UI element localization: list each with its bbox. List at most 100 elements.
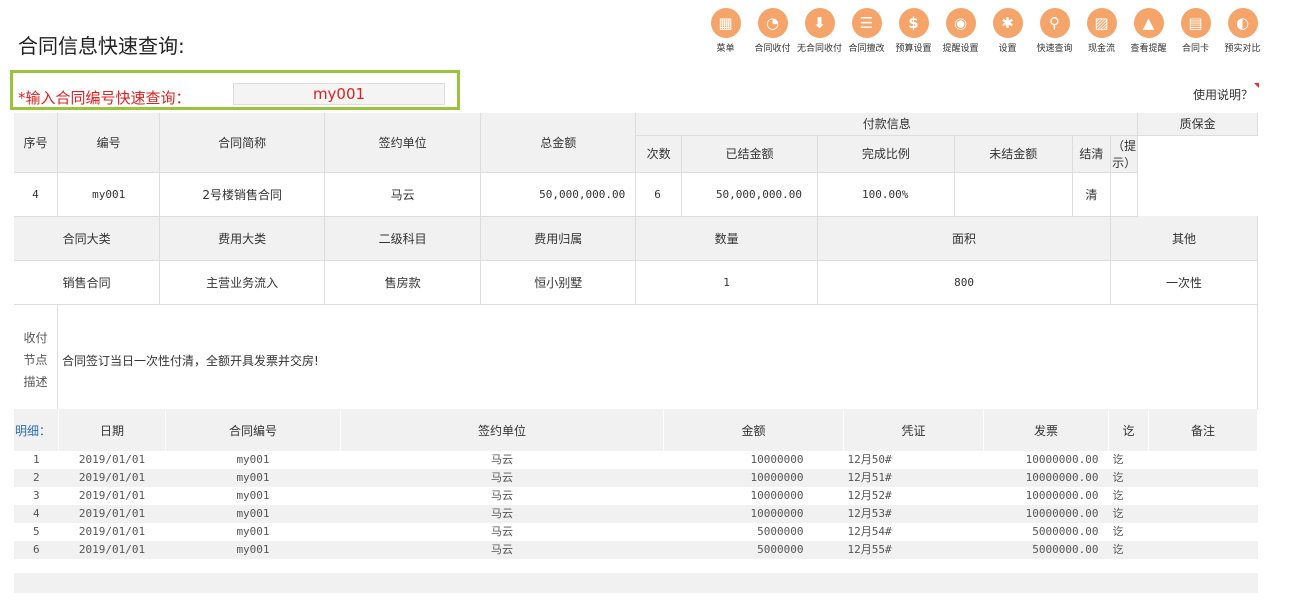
header-belong: 费用归属: [480, 216, 637, 261]
cell-fee: 主营业务流入: [159, 260, 325, 305]
footer-bar: [14, 573, 1258, 593]
toolbar-label: 预算设置: [895, 44, 932, 54]
detail-cell-code: my001: [236, 489, 270, 502]
header-qty: 数量: [635, 216, 818, 261]
toolbar-item[interactable]: ▤ 合同卡: [1172, 8, 1219, 54]
detail-header-invoice: 发票: [983, 409, 1109, 451]
detail-cell-note: [1148, 469, 1258, 487]
detail-cell-invoice: 10000000.00: [1025, 489, 1099, 502]
detail-cell-done: 讫: [1112, 489, 1124, 502]
cell-code: my001: [57, 172, 161, 217]
header-code: 编号: [57, 113, 161, 173]
detail-header-party: 签约单位: [340, 409, 664, 451]
detail-cell-invoice: 5000000.00: [1032, 525, 1099, 538]
toolbar-label: 合同擅改: [848, 44, 885, 54]
detail-cell-date: 2019/01/01: [78, 489, 146, 502]
detail-cell-note: [1148, 541, 1258, 559]
detail-cell-done: 讫: [1112, 525, 1124, 538]
sound-icon: ◉: [945, 8, 976, 38]
toolbar-item[interactable]: ▦ 菜单: [702, 8, 749, 54]
toolbar-item[interactable]: ✱ 设置: [984, 8, 1031, 54]
help-link[interactable]: 使用说明？: [1193, 83, 1260, 103]
toolbar-label: 查看提醒: [1130, 44, 1167, 54]
detail-cell-amount: 10000000: [750, 489, 804, 502]
detail-cell-code: my001: [165, 541, 341, 559]
detail-header-voucher: 凭证: [843, 409, 984, 451]
detail-table: 明细： 日期 合同编号 签约单位 金额 凭证 发票 讫 备注 1 2019/01/…: [14, 409, 1258, 559]
cell-qty: 1: [635, 260, 818, 305]
toolbar-item[interactable]: ▨ 现金流: [1078, 8, 1125, 54]
toolbar-label: 菜单: [716, 44, 735, 54]
cell-settled: 清: [1072, 172, 1112, 217]
menu-grid-icon: ▦: [710, 8, 741, 38]
header-sub: 二级科目: [324, 216, 482, 261]
detail-cell-note: [1149, 487, 1258, 505]
detail-cell-note: [1149, 451, 1258, 469]
detail-cell-voucher: 12月54#: [847, 525, 892, 538]
detail-cell-voucher: 12月52#: [847, 489, 892, 502]
detail-row: 5 2019/01/01 my001 马云 5000000 12月54# 5000000.0…: [14, 523, 1258, 541]
cell-party: 马云: [324, 172, 482, 217]
detail-cell-invoice: 10000000.00: [983, 505, 1109, 523]
detail-header-done: 讫: [1108, 409, 1149, 451]
toolbar-label: 合同收付: [754, 44, 791, 54]
chart-icon: ▨: [1086, 8, 1117, 38]
toolbar-item[interactable]: ☰ 合同擅改: [843, 8, 890, 54]
detail-cell-code: my001: [236, 453, 270, 466]
detail-cell-done: 讫: [1108, 541, 1149, 559]
detail-cell-party: 马云: [491, 489, 513, 502]
toolbar-item[interactable]: ⬇ 无合同收付: [796, 8, 843, 54]
detail-cell-amount: 10000000: [663, 469, 844, 487]
cell-paid: 50,000,000.00: [681, 172, 818, 217]
detail-header-date: 日期: [58, 409, 166, 451]
header-total: 总金额: [480, 113, 637, 173]
header-category: 合同大类: [14, 216, 161, 261]
header-name: 合同简称: [159, 113, 325, 173]
toolbar-item[interactable]: ◐ 预实对比: [1219, 8, 1266, 54]
detail-cell-no: 2: [14, 469, 59, 487]
detail-row: 3 2019/01/01 my001 马云 10000000 12月52# 10000000…: [14, 487, 1258, 505]
detail-cell-invoice: 10000000.00: [1025, 453, 1099, 466]
toolbar-item[interactable]: ◉ 提醒设置: [937, 8, 984, 54]
contract-code-input[interactable]: [233, 83, 445, 105]
detail-cell-party: 马云: [491, 453, 513, 466]
search-icon: ⚲: [1039, 8, 1070, 38]
detail-header-amount: 金额: [663, 409, 844, 451]
node-text: 合同签订当日一次性付清，全额开具发票并交房!: [57, 304, 1259, 417]
toolbar-item[interactable]: ▲ 查看提醒: [1125, 8, 1172, 54]
detail-cell-done: 讫: [1108, 505, 1149, 523]
detail-cell-note: [1148, 505, 1258, 523]
header-hint: （提示）: [1110, 135, 1139, 173]
detail-cell-party: 马云: [340, 469, 664, 487]
cell-category: 销售合同: [14, 260, 161, 305]
money-bag-icon: $: [898, 8, 929, 38]
header-area: 面积: [817, 216, 1112, 261]
cell-unpaid: [954, 172, 1073, 217]
cell-sub: 售房款: [324, 260, 482, 305]
detail-label: 明细：: [14, 409, 59, 451]
toolbar-item[interactable]: ◔ 合同收付: [749, 8, 796, 54]
detail-header-code: 合同编号: [165, 409, 341, 451]
header-paid: 已结金额: [681, 135, 818, 173]
download-icon: ⬇: [804, 8, 835, 38]
toolbar-label: 无合同收付: [796, 44, 842, 54]
detail-cell-code: my001: [165, 469, 341, 487]
cell-deposit: [1110, 172, 1139, 217]
cell-seq: 4: [14, 172, 58, 217]
detail-cell-voucher: 12月51#: [843, 469, 984, 487]
detail-cell-invoice: 5000000.00: [983, 541, 1109, 559]
detail-cell-party: 马云: [340, 505, 664, 523]
detail-cell-no: 4: [14, 505, 59, 523]
toolbar-label: 合同卡: [1181, 44, 1209, 54]
toolbar-item[interactable]: $ 预算设置: [890, 8, 937, 54]
toolbar: ▦ 菜单 ◔ 合同收付 ⬇ 无合同收付 ☰ 合同擅改 $ 预算设置 ◉ 提醒设置 ✱ 设置 ⚲ 快速查询 ▨ 现金…: [702, 8, 1266, 54]
toolbar-item[interactable]: ⚲ 快速查询: [1031, 8, 1078, 54]
compare-icon: ◐: [1227, 8, 1258, 38]
header-count: 次数: [635, 135, 682, 173]
detail-row: 4 2019/01/01 my001 马云 10000000 12月53# 10000000…: [14, 505, 1258, 523]
page-title: 合同信息快速查询:: [18, 34, 185, 58]
detail-cell-voucher: 12月53#: [843, 505, 984, 523]
query-label: *输入合同编号快速查询：: [18, 89, 191, 107]
detail-cell-no: 5: [32, 525, 40, 538]
detail-row: 2 2019/01/01 my001 马云 10000000 12月51# 10000000…: [14, 469, 1258, 487]
